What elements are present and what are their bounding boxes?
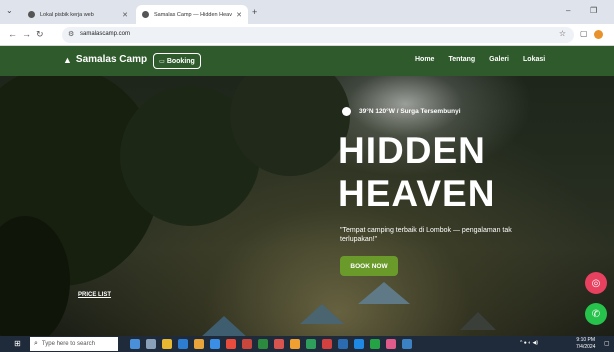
book-now-button[interactable]: BOOK NOW [340, 256, 398, 276]
tent-shape [460, 312, 496, 330]
restore-icon[interactable]: ❐ [590, 6, 597, 15]
close-icon[interactable]: ✕ [236, 11, 242, 19]
calendar-icon: ▭ [159, 58, 165, 65]
tab-title: Samalas Camp — Hidden Heav [154, 11, 232, 18]
booking-button[interactable]: ▭ Booking [153, 53, 201, 69]
tent-icon: ▲ [63, 54, 72, 65]
app-icon[interactable] [322, 339, 332, 349]
close-icon[interactable]: ✕ [122, 11, 128, 19]
app-icon[interactable] [194, 339, 204, 349]
price-list-link[interactable]: PRICE LIST [78, 292, 111, 298]
app-icon[interactable] [402, 339, 412, 349]
tent-shape [358, 282, 410, 304]
new-tab-icon[interactable]: + [252, 7, 257, 17]
clock-date: 7/4/2024 [576, 343, 596, 350]
nav-link-lokasi[interactable]: Lokasi [523, 56, 545, 63]
site-info-icon[interactable]: ⚙ [68, 30, 74, 38]
app-icon[interactable] [338, 339, 348, 349]
hero-tagline: "Tempat camping terbaik di Lombok — peng… [340, 227, 512, 244]
taskbar-apps [130, 339, 412, 349]
site-navbar: ▲ Samalas Camp ▭ Booking Home Tentang Ga… [0, 46, 614, 76]
app-icon[interactable] [162, 339, 172, 349]
app-icon[interactable] [290, 339, 300, 349]
brand-logo[interactable]: ▲ Samalas Camp [63, 54, 147, 65]
taskbar-search[interactable]: ⌕ Type here to search [30, 337, 118, 351]
tab-favicon-icon [28, 11, 35, 18]
hero-title-line2: HEAVEN [338, 173, 496, 214]
browser-tab-2[interactable]: Samalas Camp — Hidden Heav ✕ [136, 5, 248, 24]
app-icon[interactable] [386, 339, 396, 349]
app-icon[interactable] [274, 339, 284, 349]
extensions-icon[interactable]: ▢ [580, 29, 588, 38]
tent-shape [300, 304, 344, 324]
app-icon[interactable] [178, 339, 188, 349]
location-tagline: 39°N 120°W / Surga Tersembunyi [342, 107, 461, 116]
tab-search-icon[interactable]: ⌄ [6, 6, 13, 15]
location-pin-icon [342, 107, 351, 116]
tent-shape [200, 316, 248, 336]
app-icon[interactable] [306, 339, 316, 349]
app-icon[interactable] [258, 339, 268, 349]
browser-tab-1[interactable]: Lokal pisbik kerja web ✕ [22, 5, 134, 24]
coords-text: 39°N 120°W / Surga Tersembunyi [359, 108, 461, 115]
search-icon: ⌕ [34, 340, 38, 347]
app-icon[interactable] [354, 339, 364, 349]
app-icon[interactable] [226, 339, 236, 349]
app-icon[interactable] [210, 339, 220, 349]
windows-start-icon[interactable]: ⊞ [14, 339, 21, 348]
nav-link-home[interactable]: Home [415, 56, 434, 63]
instagram-icon[interactable]: ◎ [585, 272, 607, 294]
app-icon[interactable] [130, 339, 140, 349]
booking-label: Booking [166, 57, 195, 65]
app-icon[interactable] [370, 339, 380, 349]
url-text: samalascamp.com [80, 31, 131, 37]
minimize-icon[interactable]: – [566, 6, 570, 15]
browser-tab-strip: ⌄ Lokal pisbik kerja web ✕ Samalas Camp … [0, 0, 614, 24]
whatsapp-icon[interactable]: ✆ [585, 303, 607, 325]
forward-icon[interactable]: → [22, 29, 31, 39]
profile-avatar[interactable] [594, 30, 603, 39]
app-icon[interactable] [146, 339, 156, 349]
hero-title-line1: HIDDEN [338, 130, 486, 171]
reload-icon[interactable]: ↻ [36, 29, 44, 40]
tab-favicon-icon [142, 11, 149, 18]
app-icon[interactable] [242, 339, 252, 349]
back-icon[interactable]: ← [8, 29, 17, 39]
browser-toolbar: ← → ↻ ⚙ samalascamp.com ☆ ▢ [0, 24, 614, 46]
notification-icon[interactable]: ▢ [604, 340, 610, 347]
nav-link-tentang[interactable]: Tentang [448, 56, 475, 63]
brand-name: Samalas Camp [75, 54, 148, 65]
system-tray-icons[interactable]: ^ ● ◐ ◀) [520, 340, 538, 346]
tab-title: Lokal pisbik kerja web [40, 11, 94, 18]
os-taskbar: ⊞ ⌕ Type here to search ^ ● ◐ ◀) 9:10 PM… [0, 336, 614, 352]
nav-link-galeri[interactable]: Galeri [489, 56, 509, 63]
nav-links: Home Tentang Galeri Lokasi [415, 56, 545, 63]
clock-time: 9:10 PM [576, 337, 596, 343]
address-bar[interactable]: ⚙ samalascamp.com ☆ [62, 27, 574, 43]
bookmark-star-icon[interactable]: ☆ [559, 29, 566, 38]
taskbar-clock[interactable]: 9:10 PM 7/4/2024 [576, 337, 595, 350]
search-placeholder: Type here to search [41, 341, 95, 347]
